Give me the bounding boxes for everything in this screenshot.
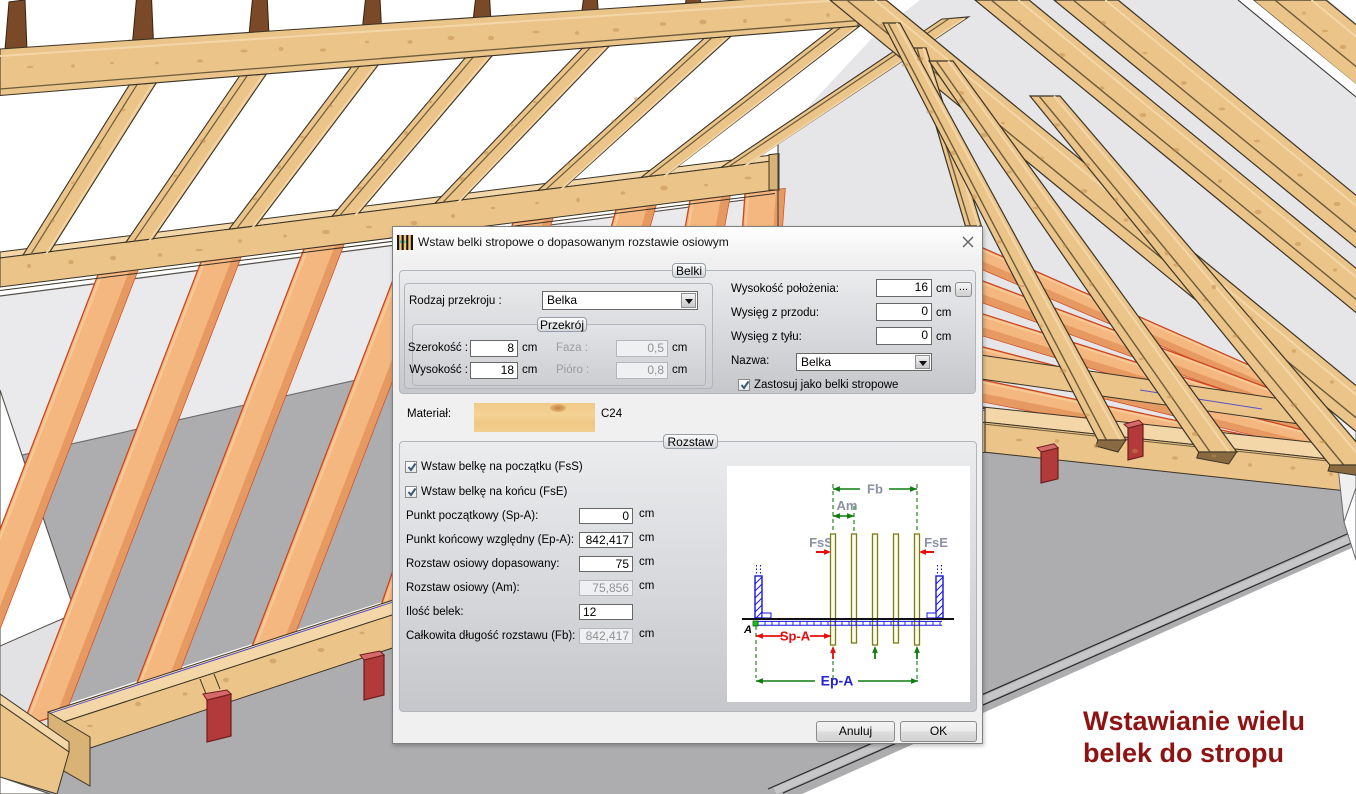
svg-text:FsE: FsE — [924, 535, 948, 550]
svg-text:Am: Am — [837, 498, 858, 513]
svg-text:FsS: FsS — [809, 535, 833, 550]
svg-text:A: A — [743, 624, 752, 636]
svg-text:Sp-A: Sp-A — [780, 629, 811, 644]
svg-text:Ep-A: Ep-A — [821, 673, 854, 689]
svg-text:Fb: Fb — [867, 482, 883, 497]
